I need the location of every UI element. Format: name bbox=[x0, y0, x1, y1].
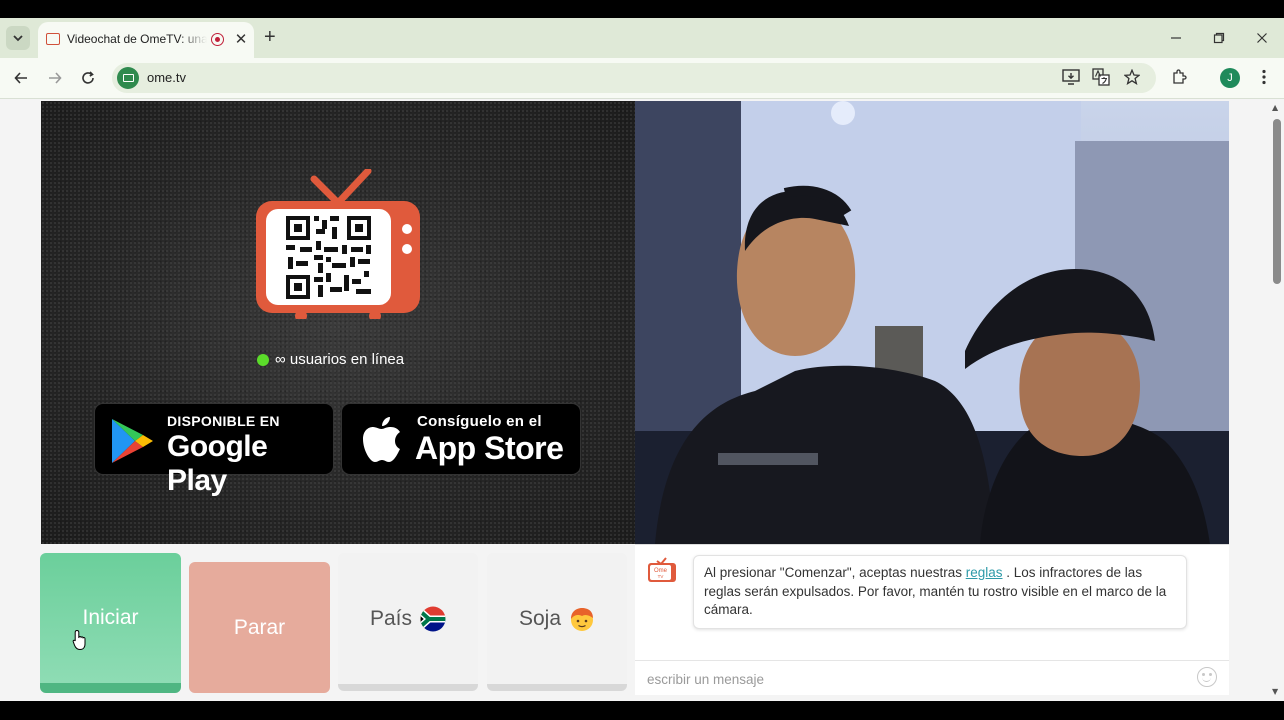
static-noise bbox=[41, 101, 635, 544]
gender-select-button[interactable]: Soja bbox=[487, 553, 627, 691]
bookmark-star-icon[interactable] bbox=[1122, 67, 1142, 87]
plus-icon[interactable]: + bbox=[264, 26, 276, 48]
app-store-big-text: App Store bbox=[415, 430, 564, 466]
tab-strip: Videochat de OmeTV: una alternativa ✕ + bbox=[0, 18, 1284, 58]
extensions-icon[interactable] bbox=[1169, 67, 1189, 87]
site-info-icon[interactable] bbox=[117, 67, 139, 89]
ometv-qr-logo bbox=[256, 169, 420, 319]
tab-search-button[interactable] bbox=[6, 26, 30, 50]
country-button-label: País bbox=[369, 606, 413, 630]
stop-button[interactable]: Parar bbox=[189, 562, 330, 693]
active-tab[interactable]: Videochat de OmeTV: una alternativa ✕ bbox=[38, 22, 254, 58]
translate-icon[interactable] bbox=[1091, 67, 1111, 87]
page-viewport: ∞ usuarios en línea DISPONIBLE EN Google… bbox=[0, 99, 1284, 701]
chat-input-row bbox=[635, 660, 1229, 696]
south-africa-flag-icon bbox=[420, 606, 446, 631]
scroll-thumb[interactable] bbox=[1273, 119, 1281, 284]
online-users-indicator: ∞ usuarios en línea bbox=[257, 351, 404, 368]
message-text-start: Al presionar "Comenzar", aceptas nuestra… bbox=[704, 565, 966, 580]
online-users-text: ∞ usuarios en línea bbox=[275, 351, 405, 368]
online-status-dot bbox=[257, 353, 269, 366]
back-arrow-icon[interactable] bbox=[10, 67, 32, 89]
minimize-icon[interactable] bbox=[1165, 27, 1187, 49]
restore-icon[interactable] bbox=[1208, 27, 1230, 49]
page-scrollbar[interactable]: ▲ ▼ bbox=[1270, 99, 1284, 701]
app-store-button[interactable]: Consíguelo en el App Store bbox=[341, 403, 581, 475]
partner-video-placeholder: ∞ usuarios en línea DISPONIBLE EN Google… bbox=[41, 101, 635, 544]
boy-emoji-icon bbox=[571, 607, 594, 631]
country-select-button[interactable]: País bbox=[338, 553, 478, 691]
chat-logo-text-bottom: TV bbox=[658, 574, 664, 579]
chat-panel: Ome TV Al presionar "Comenzar", aceptas … bbox=[635, 544, 1229, 695]
profile-avatar[interactable]: J bbox=[1220, 68, 1240, 88]
scroll-down-icon[interactable]: ▼ bbox=[1272, 687, 1278, 696]
kebab-menu-icon[interactable] bbox=[1254, 67, 1274, 87]
browser-toolbar: ome.tv J bbox=[0, 58, 1284, 99]
start-button-label: Iniciar bbox=[82, 606, 139, 629]
close-icon[interactable]: ✕ bbox=[232, 30, 250, 48]
install-app-icon[interactable] bbox=[1061, 67, 1081, 87]
google-play-button[interactable]: DISPONIBLE EN Google Play bbox=[94, 403, 334, 497]
tab-title: Videochat de OmeTV: una alternativa bbox=[67, 32, 207, 46]
app-store-small-text: Consíguelo en el bbox=[417, 413, 542, 430]
address-bar[interactable]: ome.tv bbox=[112, 63, 1156, 93]
ometv-chat-logo: Ome TV bbox=[648, 557, 676, 582]
gender-button-label: Soja bbox=[518, 606, 562, 630]
chevron-down-icon bbox=[13, 34, 23, 41]
scroll-up-icon[interactable]: ▲ bbox=[1272, 103, 1278, 112]
url-text[interactable]: ome.tv bbox=[147, 70, 186, 85]
system-message: Al presionar "Comenzar", aceptas nuestra… bbox=[693, 555, 1187, 629]
google-play-big-text: Google Play bbox=[167, 430, 268, 497]
hand-cursor-icon bbox=[72, 629, 86, 651]
window-close-icon[interactable] bbox=[1251, 27, 1273, 49]
partner-webcam-video bbox=[635, 101, 1229, 544]
start-button[interactable]: Iniciar bbox=[40, 553, 181, 693]
message-input[interactable] bbox=[645, 667, 1189, 691]
emoji-icon[interactable] bbox=[1197, 667, 1217, 687]
google-play-icon bbox=[112, 419, 153, 463]
favicon-icon bbox=[46, 33, 60, 45]
forward-arrow-icon[interactable] bbox=[44, 67, 66, 89]
rules-link[interactable]: reglas bbox=[966, 565, 1003, 580]
stop-button-label: Parar bbox=[233, 615, 286, 639]
webcam-scene bbox=[635, 101, 1229, 544]
record-icon bbox=[211, 33, 224, 46]
reload-icon[interactable] bbox=[77, 67, 99, 89]
apple-icon bbox=[363, 417, 400, 462]
google-play-small-text: DISPONIBLE EN bbox=[167, 413, 280, 429]
